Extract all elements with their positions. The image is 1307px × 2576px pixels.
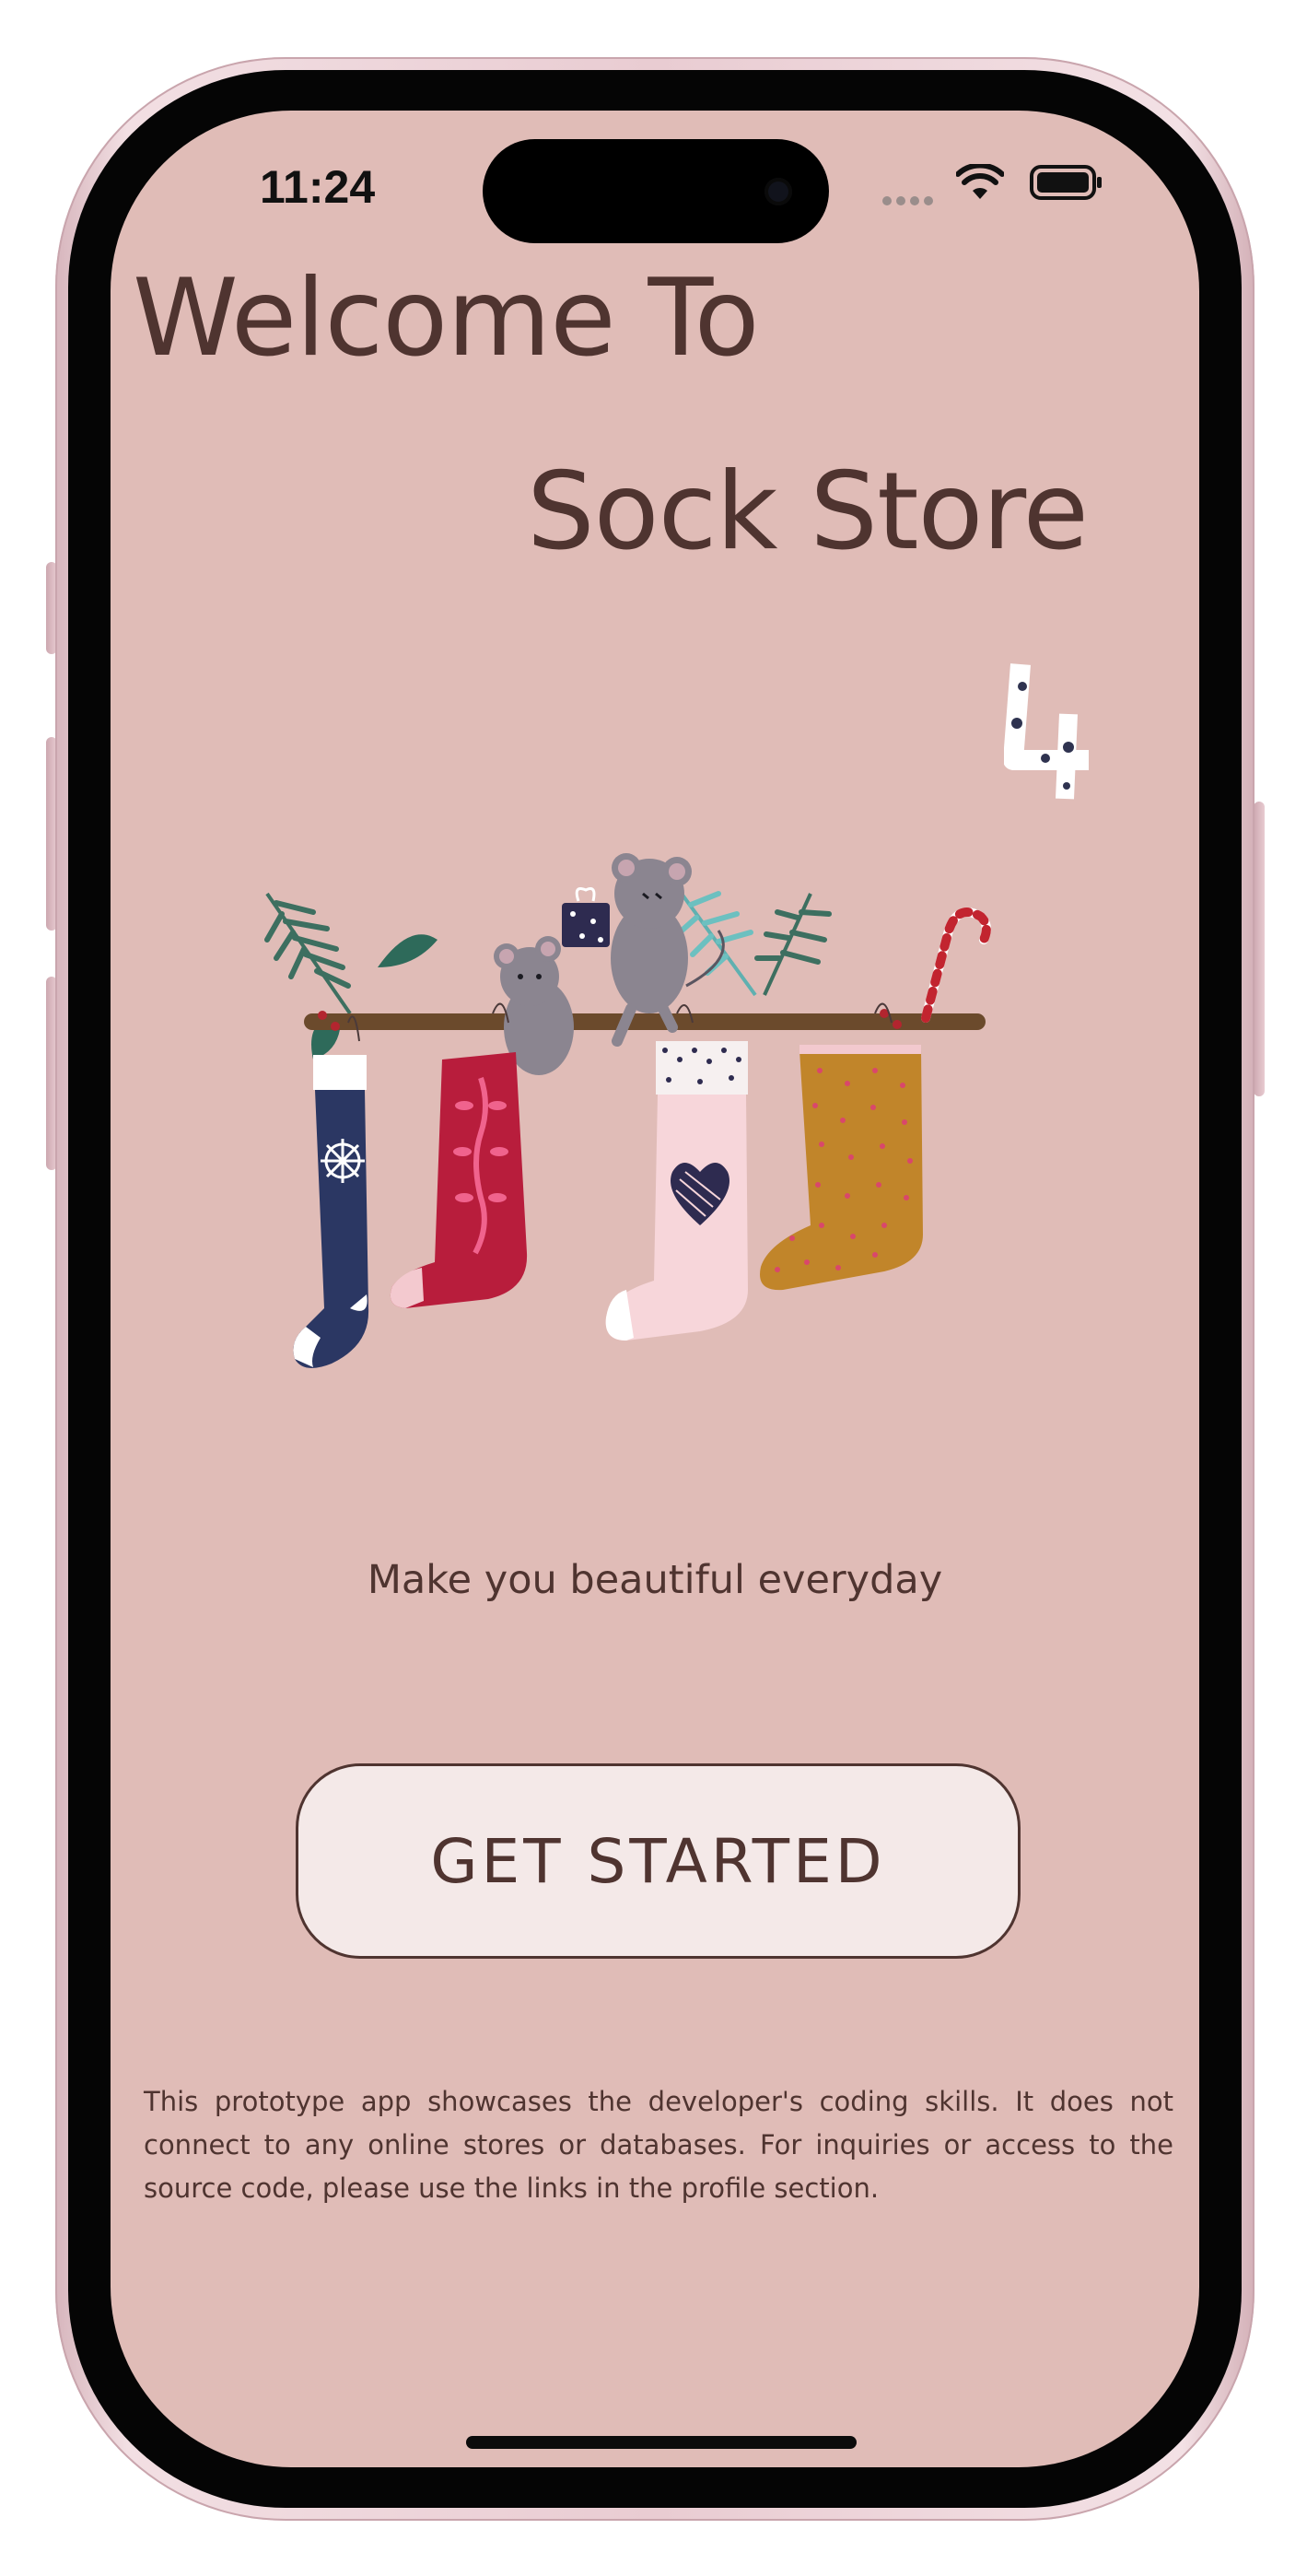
christmas-stockings-illustration [264,853,991,1368]
power-button [1254,802,1265,1096]
battery-icon [1030,165,1102,200]
device-stage: 11:24 Welcome To Sock Store Make you bea… [0,0,1307,2576]
dynamic-island [483,139,829,243]
disclaimer-text: This prototype app showcases the develop… [144,2086,1173,2204]
stocking-navy-icon [293,1015,369,1368]
pine-branch-left-icon [264,892,438,1060]
stocking-red-icon [390,1002,528,1308]
cellular-dots-icon [882,192,938,209]
welcome-title: Welcome To [133,256,760,381]
get-started-button[interactable]: GET STARTED [296,1763,1021,1959]
stocking-mustard-icon [760,1002,923,1291]
stocking-pink-icon [605,1004,748,1341]
mouse-large-icon [611,853,725,1047]
app-screen: 11:24 Welcome To Sock Store Make you bea… [111,111,1199,2467]
store-title: Sock Store [527,450,1089,574]
home-indicator[interactable] [466,2436,857,2449]
gift-box-icon [562,887,610,947]
pine-branch-right-icon [677,891,832,997]
front-camera-icon [764,178,792,205]
candy-cane-icon [921,907,991,1023]
status-time: 11:24 [260,161,376,213]
tagline: Make you beautiful everyday [367,1557,943,1603]
wifi-icon [956,164,1004,199]
decorative-four-icon [1004,663,1089,800]
